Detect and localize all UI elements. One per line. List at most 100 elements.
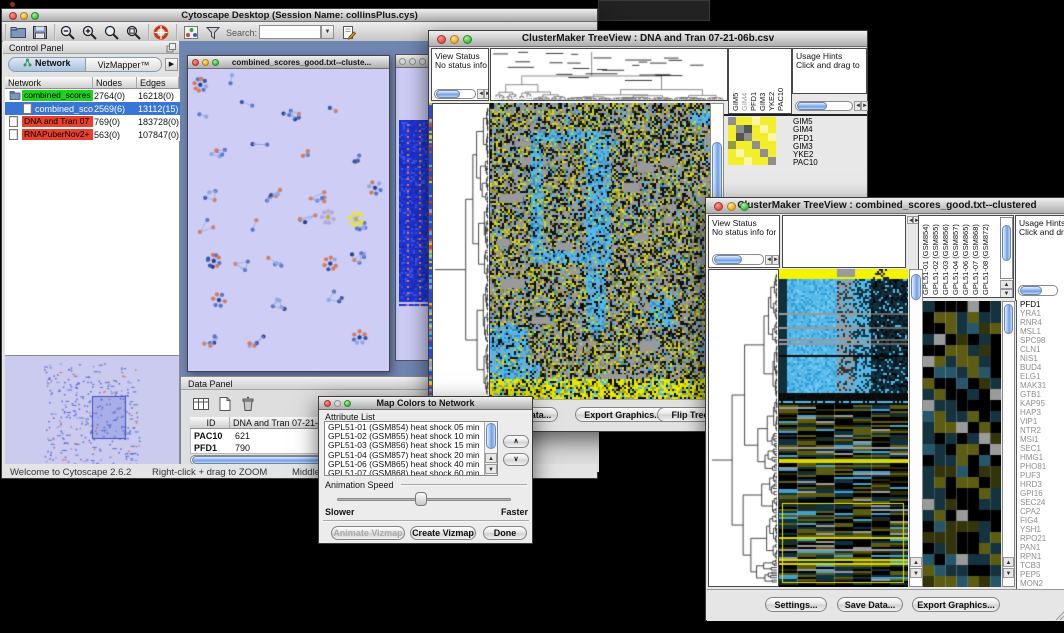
matrix-cell[interactable] (744, 133, 752, 141)
network-row-dna-tran[interactable]: DNA and Tran 07 769(0) 183728(0) (5, 115, 180, 128)
gene-label[interactable]: MSI1 (1020, 435, 1064, 444)
matrix-cell[interactable] (744, 141, 752, 149)
column-label[interactable]: PFD1 (749, 71, 758, 111)
gene-label[interactable]: BUD4 (1020, 363, 1064, 372)
save-icon[interactable] (31, 24, 49, 41)
matrix-cell[interactable] (752, 117, 760, 125)
float-panel-icon[interactable] (166, 43, 176, 53)
move-down-button[interactable]: ∨ (503, 453, 529, 466)
column-label[interactable]: PAC10 (776, 71, 785, 111)
scroll-down-arrow[interactable]: ▼ (1000, 289, 1013, 298)
scroll-left-arrow[interactable]: ◄ (477, 89, 484, 99)
close-button[interactable] (437, 35, 446, 44)
gene-label[interactable]: CLN1 (1020, 345, 1064, 354)
column-label[interactable]: GPL51-03 (GSM856) (941, 216, 950, 295)
gene-label[interactable]: NIS1 (1020, 354, 1064, 363)
close-button[interactable] (192, 59, 199, 66)
matrix-cell[interactable] (768, 117, 776, 125)
network-graph-view[interactable] (188, 69, 389, 371)
matrix-cell[interactable] (760, 125, 768, 133)
column-label[interactable]: GPL51-02 (GSM855) (931, 216, 940, 295)
gene-label[interactable]: PAN1 (1020, 543, 1064, 552)
data-row-id[interactable]: PAC10 (194, 431, 222, 441)
done-button[interactable]: Done (483, 526, 527, 540)
tab-vizmapper[interactable]: VizMapper™ (86, 57, 162, 72)
scroll-down-arrow[interactable]: ▼ (910, 568, 922, 578)
treeview-dna-titlebar[interactable]: ClusterMaker TreeView : DNA and Tran 07-… (429, 31, 867, 47)
column-dendrogram[interactable] (491, 49, 727, 100)
vizmapper-nodes-icon[interactable] (182, 24, 200, 41)
gene-label[interactable]: FIG4 (1020, 516, 1064, 525)
gene-label[interactable]: PUF3 (1020, 471, 1064, 480)
zoom-button[interactable] (463, 35, 472, 44)
scroll-up-arrow[interactable]: ▲ (1000, 280, 1013, 289)
delete-attribute-icon[interactable] (239, 396, 257, 412)
new-attribute-icon[interactable] (216, 396, 234, 412)
zoom-button[interactable] (740, 202, 749, 211)
save-data-button[interactable]: Save Data... (837, 597, 903, 612)
gene-label[interactable]: PEP5 (1020, 570, 1064, 579)
gene-label[interactable]: RNR4 (1020, 318, 1064, 327)
column-label[interactable]: GIM5 (731, 71, 740, 111)
matrix-cell[interactable] (760, 133, 768, 141)
matrix-cell[interactable] (728, 133, 736, 141)
data-row-value[interactable]: 790 (235, 443, 250, 453)
usage-hints-hscrollbar[interactable] (1018, 285, 1058, 296)
zoom-fit-icon[interactable] (103, 24, 121, 41)
birds-eye-view[interactable] (6, 357, 178, 471)
minimize-button[interactable] (202, 59, 209, 66)
column-labels-vscrollbar[interactable] (1000, 217, 1013, 279)
filter-funnel-icon[interactable] (204, 24, 222, 41)
scroll-down-arrow[interactable]: ▼ (1003, 568, 1014, 578)
view-status-hscrollbar[interactable] (434, 89, 476, 99)
gene-label[interactable]: KAP95 (1020, 399, 1064, 408)
matrix-cell[interactable] (768, 157, 776, 165)
gene-label[interactable]: RPN1 (1020, 552, 1064, 561)
scroll-up-arrow[interactable]: ▲ (1003, 557, 1014, 567)
gene-label[interactable]: MSL1 (1020, 327, 1064, 336)
gene-label[interactable]: HMG1 (1020, 453, 1064, 462)
attribute-item[interactable]: GPL51-01 (GSM854) heat shock 05 min (328, 423, 483, 432)
annotation-icon[interactable] (340, 24, 358, 41)
matrix-cell[interactable] (728, 125, 736, 133)
matrix-cell[interactable] (752, 157, 760, 165)
network-row-combined-sco-selected[interactable]: combined_sco 2569(6) 13112(15) (5, 102, 180, 115)
open-file-icon[interactable] (9, 24, 27, 41)
scroll-right-arrow[interactable]: ► (484, 89, 489, 99)
gene-label[interactable]: SPC98 (1020, 336, 1064, 345)
column-header-network[interactable]: Network (5, 77, 93, 89)
zoom-heatmap[interactable] (923, 301, 1001, 587)
attribute-item[interactable]: GPL51-04 (GSM857) heat shock 20 min (328, 451, 483, 460)
dna-heatmap[interactable] (490, 103, 710, 399)
matrix-cell[interactable] (760, 157, 768, 165)
gene-label[interactable]: CPA2 (1020, 507, 1064, 516)
gene-label[interactable]: MAK31 (1020, 381, 1064, 390)
close-button[interactable] (9, 12, 17, 20)
view-status-hscrollbar[interactable] (712, 254, 764, 265)
matrix-cell[interactable] (736, 157, 744, 165)
column-label[interactable]: GPL51-06 (GSM865) (961, 216, 970, 295)
attribute-item[interactable]: GPL51-02 (GSM855) heat shock 10 min (328, 432, 483, 441)
matrix-cell[interactable] (752, 133, 760, 141)
matrix-cell[interactable] (728, 141, 736, 149)
treeview-combined-titlebar[interactable]: ClusterMaker TreeView : combined_scores_… (706, 198, 1064, 214)
column-label[interactable]: GPL51-08 (GSM872) (981, 216, 990, 295)
matrix-cell[interactable] (768, 133, 776, 141)
matrix-cell[interactable] (752, 141, 760, 149)
minimize-button[interactable] (450, 35, 459, 44)
matrix-cell[interactable] (736, 141, 744, 149)
gene-label[interactable]: PAC10 (793, 159, 833, 167)
attribute-item[interactable]: GPL51-06 (GSM865) heat shock 40 min (328, 460, 483, 469)
data-column-id[interactable]: ID (190, 417, 230, 429)
gene-label[interactable]: HRD3 (1020, 480, 1064, 489)
network-row-combined-scores[interactable]: combined_scores 2764(0) 16218(0) (5, 89, 180, 102)
search-input[interactable] (259, 25, 321, 39)
attribute-item[interactable]: GPL51-07 (GSM868) heat shock 60 min (328, 469, 483, 476)
zoom-button[interactable] (344, 400, 351, 407)
column-header-nodes[interactable]: Nodes (93, 77, 137, 89)
column-label[interactable]: YKE2 (767, 71, 776, 111)
network-row-rnapuber[interactable]: RNAPuberNov2+ 563(0) 107847(0) (5, 128, 180, 141)
minimize-button[interactable] (20, 12, 28, 20)
resize-grip[interactable] (1053, 607, 1064, 621)
matrix-cell[interactable] (736, 117, 744, 125)
